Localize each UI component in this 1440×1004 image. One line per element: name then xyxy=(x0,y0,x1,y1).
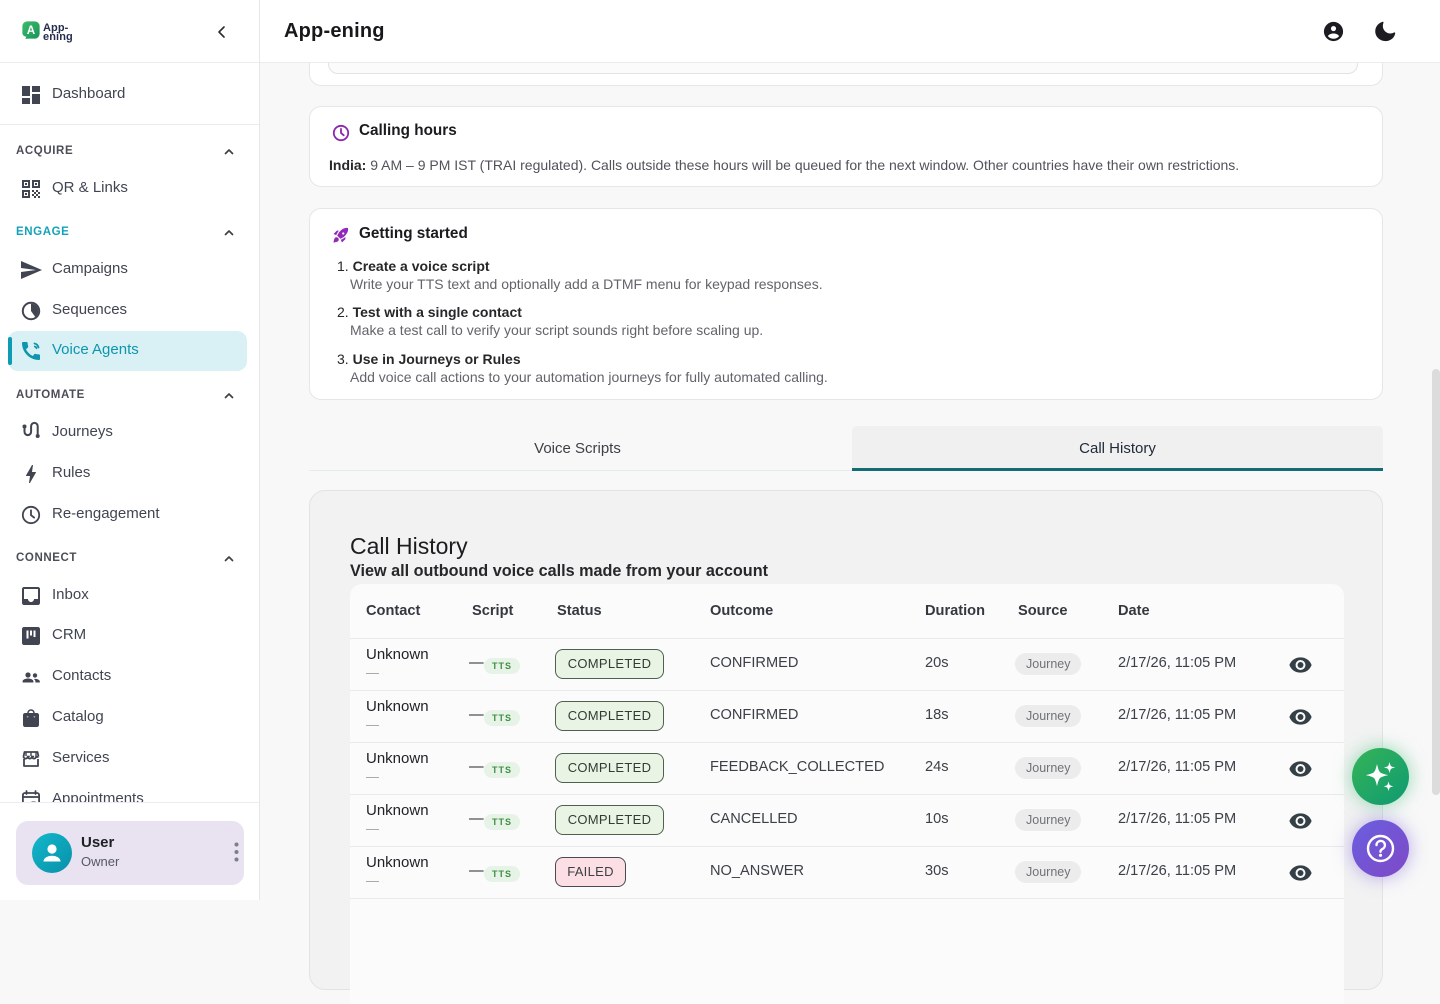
svg-text:A: A xyxy=(27,24,36,37)
